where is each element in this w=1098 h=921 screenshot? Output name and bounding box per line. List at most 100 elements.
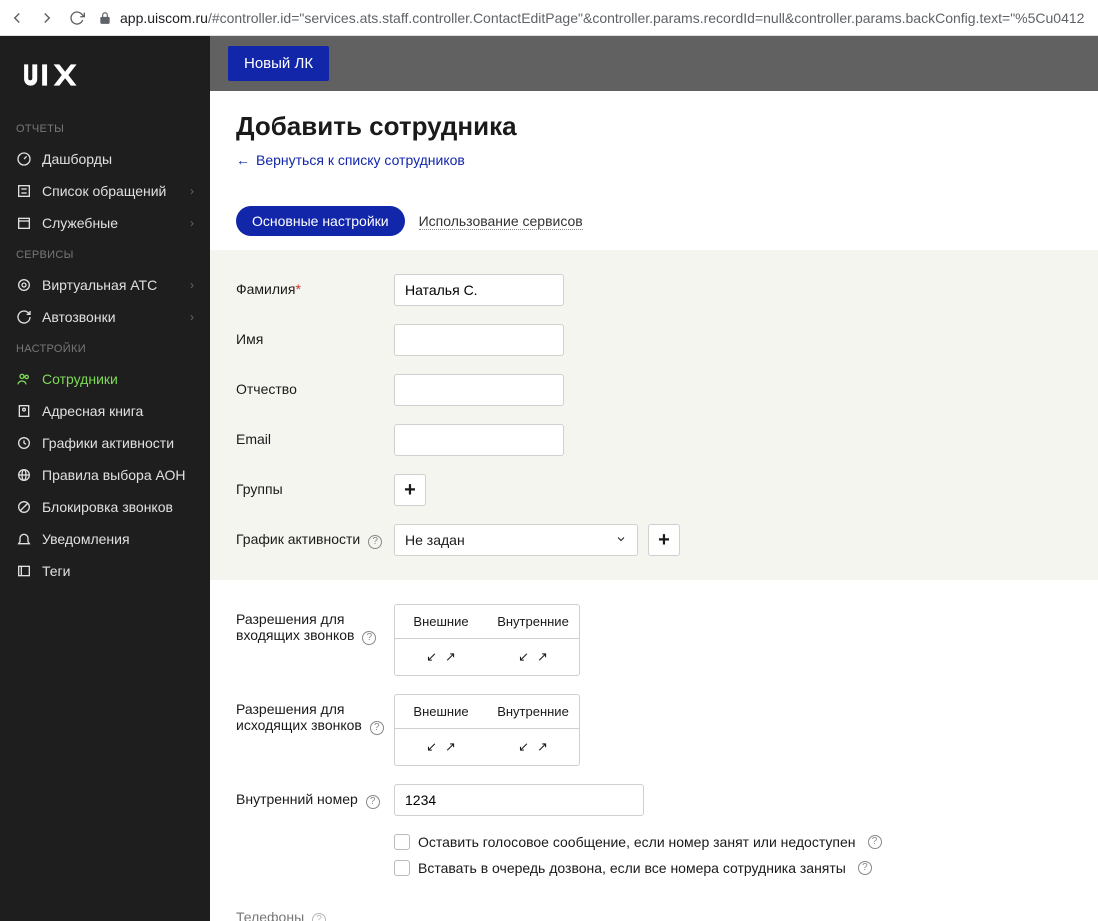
label-name: Имя (236, 324, 394, 347)
form-section-permissions: Разрешения для входящих звонков ? Внешни… (210, 580, 1098, 921)
page-title: Добавить сотрудника (236, 111, 1072, 142)
sidebar-item-address-book[interactable]: Адресная книга (0, 395, 210, 427)
label-surname: Фамилия* (236, 274, 394, 297)
forward-icon[interactable] (38, 9, 56, 27)
arrow-in-icon[interactable]: ↙ (426, 739, 437, 755)
arrow-out-icon[interactable]: ↗ (537, 739, 548, 755)
add-group-button[interactable]: + (394, 474, 426, 506)
chevron-right-icon: › (190, 278, 194, 292)
help-icon[interactable]: ? (368, 535, 382, 549)
sidebar-item-label: Правила выбора АОН (42, 467, 186, 483)
sidebar-item-label: Список обращений (42, 183, 166, 199)
url-domain: app.uiscom.ru (120, 10, 208, 26)
sidebar-item-activity[interactable]: Графики активности (0, 427, 210, 459)
sidebar: ОТЧЕТЫ Дашборды Список обращений › Служе… (0, 36, 210, 921)
nav-section-reports: ОТЧЕТЫ (0, 113, 210, 143)
sidebar-item-virtual-ats[interactable]: Виртуальная АТС › (0, 269, 210, 301)
arrow-in-icon[interactable]: ↙ (426, 649, 437, 665)
nav-section-services: СЕРВИСЫ (0, 239, 210, 269)
help-icon[interactable]: ? (858, 861, 872, 875)
sidebar-item-dashboards[interactable]: Дашборды (0, 143, 210, 175)
sidebar-item-notifications[interactable]: Уведомления (0, 523, 210, 555)
perm-col-internal: Внутренние (487, 695, 579, 728)
back-link-text: Вернуться к списку сотрудников (256, 152, 465, 168)
label-patronymic: Отчество (236, 374, 394, 397)
sidebar-item-label: Теги (42, 563, 70, 579)
schedule-value: Не задан (405, 532, 465, 548)
help-icon[interactable]: ? (370, 721, 384, 735)
label-perm-incoming: Разрешения для входящих звонков ? (236, 604, 394, 645)
surname-input[interactable] (394, 274, 564, 306)
sidebar-item-label: Адресная книга (42, 403, 143, 419)
refresh-icon (16, 309, 32, 325)
perm-col-internal: Внутренние (487, 605, 579, 638)
perm-table-outgoing: Внешние Внутренние ↙ ↗ ↙ ↗ (394, 694, 580, 766)
tab-services[interactable]: Использование сервисов (419, 213, 583, 230)
tab-main[interactable]: Основные настройки (236, 206, 405, 236)
url-path: /#controller.id="services.ats.staff.cont… (208, 10, 1085, 26)
main-content: Новый ЛК Добавить сотрудника ← Вернуться… (210, 36, 1098, 921)
book-icon (16, 403, 32, 419)
label-perm-outgoing: Разрешения для исходящих звонков ? (236, 694, 394, 735)
perm-col-external: Внешние (395, 605, 487, 638)
arrow-out-icon[interactable]: ↗ (537, 649, 548, 665)
new-lk-button[interactable]: Новый ЛК (228, 46, 329, 81)
clock-icon (16, 435, 32, 451)
chevron-right-icon: › (190, 184, 194, 198)
nav-section-settings: НАСТРОЙКИ (0, 333, 210, 363)
voicemail-checkbox[interactable] (394, 834, 410, 850)
checkbox-label: Оставить голосовое сообщение, если номер… (418, 834, 856, 850)
sidebar-item-aon[interactable]: Правила выбора АОН (0, 459, 210, 491)
globe-icon (16, 467, 32, 483)
arrow-out-icon[interactable]: ↗ (445, 649, 456, 665)
chevron-down-icon (615, 532, 627, 548)
plus-icon: + (404, 479, 416, 502)
sidebar-item-tags[interactable]: Теги (0, 555, 210, 587)
gauge-icon (16, 151, 32, 167)
arrow-in-icon[interactable]: ↙ (518, 649, 529, 665)
patronymic-input[interactable] (394, 374, 564, 406)
sidebar-item-label: Сотрудники (42, 371, 118, 387)
label-groups: Группы (236, 474, 394, 497)
lock-icon (98, 11, 112, 25)
name-input[interactable] (394, 324, 564, 356)
sidebar-item-staff[interactable]: Сотрудники (0, 363, 210, 395)
back-link[interactable]: ← Вернуться к списку сотрудников (236, 152, 1072, 168)
page-header: Добавить сотрудника ← Вернуться к списку… (210, 91, 1098, 188)
help-icon[interactable]: ? (868, 835, 882, 849)
sidebar-item-block[interactable]: Блокировка звонков (0, 491, 210, 523)
sidebar-item-requests[interactable]: Список обращений › (0, 175, 210, 207)
add-schedule-button[interactable]: + (648, 524, 680, 556)
arrow-left-icon: ← (236, 152, 250, 168)
sidebar-item-label: Графики активности (42, 435, 174, 451)
arrow-in-icon[interactable]: ↙ (518, 739, 529, 755)
form-section-basic: Фамилия* Имя Отчество Email Группы + Гра… (210, 250, 1098, 580)
label-phones: Телефоны ? (236, 902, 394, 921)
help-icon[interactable]: ? (366, 795, 380, 809)
help-icon[interactable]: ? (362, 631, 376, 645)
checkbox-voicemail-row: Оставить голосовое сообщение, если номер… (394, 834, 1072, 850)
email-input[interactable] (394, 424, 564, 456)
arrow-out-icon[interactable]: ↗ (445, 739, 456, 755)
queue-checkbox[interactable] (394, 860, 410, 876)
logo (0, 44, 210, 113)
bell-icon (16, 531, 32, 547)
tabs: Основные настройки Использование сервисо… (210, 188, 1098, 250)
browser-toolbar: app.uiscom.ru/#controller.id="services.a… (0, 0, 1098, 36)
checkbox-queue-row: Вставать в очередь дозвона, если все ном… (394, 860, 1072, 876)
sidebar-item-autocalls[interactable]: Автозвонки › (0, 301, 210, 333)
address-bar[interactable]: app.uiscom.ru/#controller.id="services.a… (98, 10, 1090, 26)
topbar: Новый ЛК (210, 36, 1098, 91)
sidebar-item-label: Уведомления (42, 531, 130, 547)
help-icon[interactable]: ? (312, 913, 326, 921)
sidebar-item-service[interactable]: Служебные › (0, 207, 210, 239)
label-email: Email (236, 424, 394, 447)
phone-icon (16, 277, 32, 293)
label-ext-number: Внутренний номер ? (236, 784, 394, 809)
reload-icon[interactable] (68, 9, 86, 27)
ext-number-input[interactable] (394, 784, 644, 816)
perm-table-incoming: Внешние Внутренние ↙ ↗ ↙ ↗ (394, 604, 580, 676)
sidebar-item-label: Виртуальная АТС (42, 277, 157, 293)
schedule-select[interactable]: Не задан (394, 524, 638, 556)
back-icon[interactable] (8, 9, 26, 27)
